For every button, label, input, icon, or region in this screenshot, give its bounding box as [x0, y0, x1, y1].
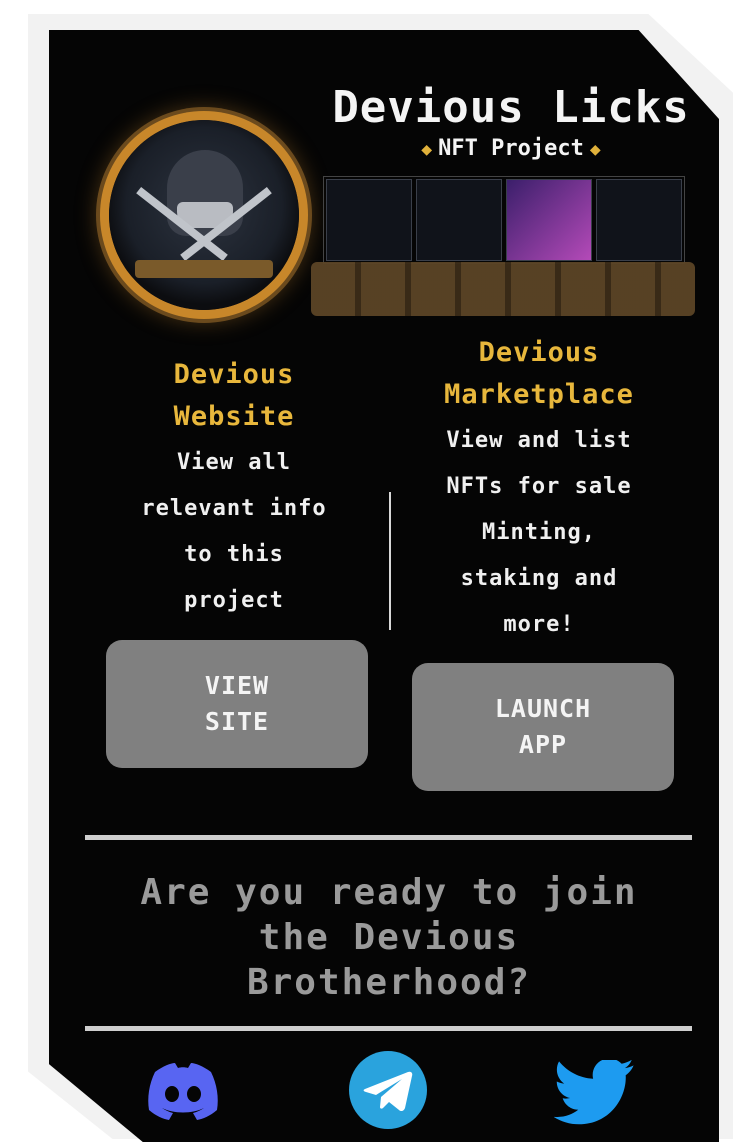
nft-card [596, 179, 682, 261]
website-description: View all relevant info to this project [109, 440, 359, 624]
main-panel: Devious Licks ◆ NFT Project ◆ Devious Webs… [49, 30, 719, 1142]
launch-app-button-line2: APP [518, 730, 568, 759]
treasure-chests-image [311, 262, 695, 316]
discord-link[interactable] [145, 1058, 221, 1128]
website-title-line1: Devious [173, 359, 295, 390]
nft-card [416, 179, 502, 261]
telegram-link[interactable] [348, 1050, 428, 1134]
telegram-icon [349, 1051, 427, 1129]
marketplace-desc-line: Minting, [482, 520, 596, 545]
launch-app-button-line1: LAUNCH [494, 694, 592, 723]
marketplace-desc-line: View and list [446, 428, 632, 453]
diamond-left-icon: ◆ [421, 139, 433, 160]
column-divider [389, 492, 391, 630]
divider-bottom [85, 1026, 692, 1031]
nft-preview-cards [323, 176, 685, 264]
launch-app-button[interactable]: LAUNCH APP [412, 663, 674, 791]
marketplace-title: Devious Marketplace [419, 332, 659, 416]
join-line: the Devious [258, 917, 520, 958]
website-desc-line: to this [184, 542, 284, 567]
marketplace-desc-line: more! [503, 612, 575, 637]
view-site-button-line1: VIEW [204, 671, 270, 700]
twitter-link[interactable] [553, 1058, 636, 1134]
join-heading: Are you ready to join the Devious Brothe… [89, 870, 689, 1005]
nft-card [506, 179, 592, 261]
website-title: Devious Website [119, 354, 349, 438]
join-line: Are you ready to join [140, 872, 638, 913]
brand-subtitle-text: NFT Project [438, 136, 584, 161]
website-desc-line: View all [177, 450, 291, 475]
website-title-line2: Website [173, 401, 295, 432]
logo-banner [135, 260, 273, 278]
brand-title: Devious Licks [332, 82, 690, 133]
divider-top [85, 835, 692, 840]
marketplace-title-line2: Marketplace [444, 379, 634, 410]
marketplace-desc-line: NFTs for sale [446, 474, 632, 499]
devious-logo [109, 120, 299, 310]
twitter-icon [553, 1058, 634, 1125]
view-site-button[interactable]: VIEW SITE [106, 640, 368, 768]
marketplace-title-line1: Devious [478, 337, 600, 368]
website-desc-line: project [184, 588, 284, 613]
diamond-right-icon: ◆ [589, 139, 601, 160]
marketplace-description: View and list NFTs for sale Minting, sta… [414, 418, 664, 648]
nft-card [326, 179, 412, 261]
discord-icon [148, 1063, 218, 1120]
view-site-button-line2: SITE [204, 707, 270, 736]
brand-subtitle: ◆ NFT Project ◆ [321, 136, 701, 161]
join-line: Brotherhood? [246, 962, 532, 1003]
website-desc-line: relevant info [141, 496, 327, 521]
marketplace-desc-line: staking and [460, 566, 618, 591]
